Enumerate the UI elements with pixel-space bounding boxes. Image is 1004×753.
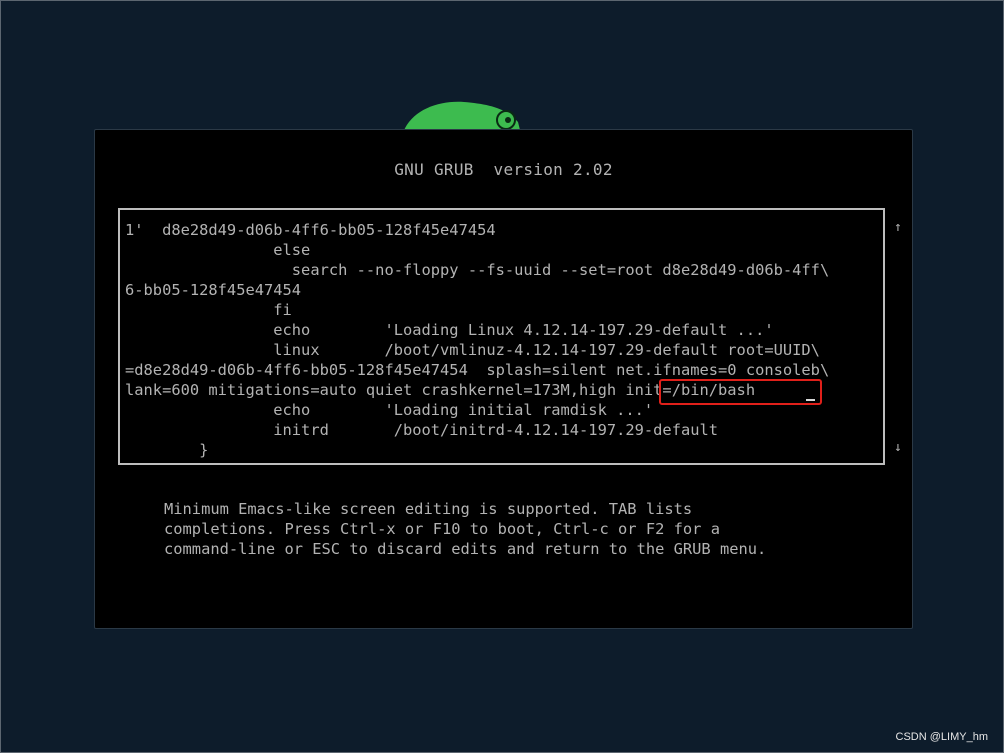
grub-console: GNU GRUB version 2.02 1' d8e28d49-d06b-4… [94,129,913,629]
text-cursor [806,399,815,401]
editor-line[interactable]: 1' d8e28d49-d06b-4ff6-bb05-128f45e47454 [125,220,496,240]
scroll-down-arrow-icon: ↓ [894,440,902,455]
editor-line[interactable]: else [125,240,310,260]
editor-line[interactable]: search --no-floppy --fs-uuid --set=root … [125,260,829,280]
editor-line[interactable]: 6-bb05-128f45e47454 [125,280,301,300]
help-text-line: Minimum Emacs-like screen editing is sup… [164,500,693,518]
editor-line[interactable]: linux /boot/vmlinuz-4.12.14-197.29-defau… [125,340,820,360]
boot-entry-editor[interactable]: 1' d8e28d49-d06b-4ff6-bb05-128f45e47454 … [118,208,885,465]
editor-line[interactable]: =d8e28d49-d06b-4ff6-bb05-128f45e47454 sp… [125,360,829,380]
editor-line[interactable]: initrd /boot/initrd-4.12.14-197.29-defau… [125,420,718,440]
editor-line[interactable]: fi [125,300,292,320]
watermark: CSDN @LIMY_hm [895,731,988,743]
scroll-up-arrow-icon: ↑ [894,220,902,235]
editor-line[interactable]: echo 'Loading Linux 4.12.14-197.29-defau… [125,320,773,340]
grub-title: GNU GRUB version 2.02 [394,160,613,179]
help-text-line: completions. Press Ctrl-x or F10 to boot… [164,520,720,538]
help-text-line: command-line or ESC to discard edits and… [164,540,767,558]
editor-line-kernel-params[interactable]: lank=600 mitigations=auto quiet crashker… [125,380,755,400]
editor-line[interactable]: echo 'Loading initial ramdisk ...' [125,400,653,420]
editor-line[interactable]: } [125,440,208,460]
